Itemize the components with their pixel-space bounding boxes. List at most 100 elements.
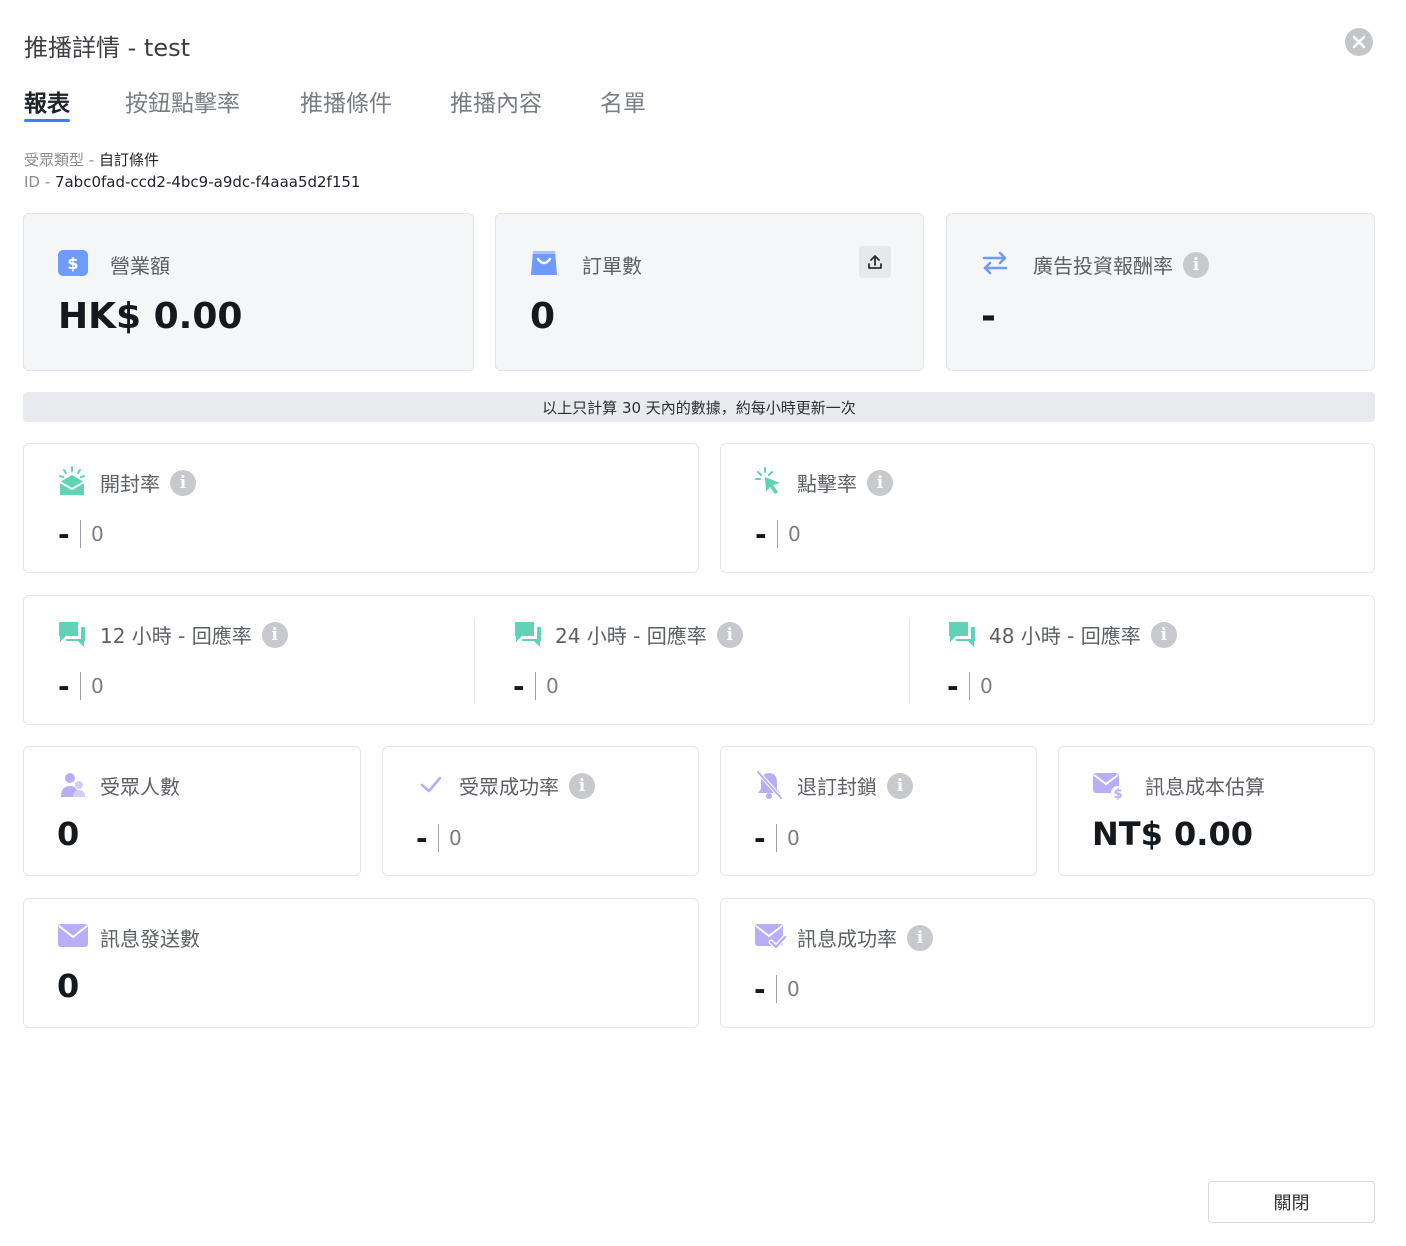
- id-row: ID - 7abc0fad-ccd2-4bc9-a9dc-f4aaa5d2f15…: [24, 173, 360, 191]
- open-rate-label-text: 開封率: [100, 472, 160, 496]
- response-48h-label: 48 小時 - 回應率 i: [989, 620, 1177, 649]
- audience-count-label: 受眾人數: [100, 775, 180, 799]
- response-12h-count: 0: [91, 674, 104, 698]
- click-rate-label-text: 點擊率: [797, 472, 857, 496]
- tab-report[interactable]: 報表: [24, 84, 70, 122]
- audience-success-value-row: -0: [416, 821, 462, 855]
- close-icon[interactable]: [1345, 28, 1373, 56]
- audience-success-label-text: 受眾成功率: [459, 775, 559, 799]
- orders-value: 0: [530, 296, 556, 337]
- info-icon[interactable]: i: [716, 621, 743, 648]
- tab-push-conditions[interactable]: 推播條件: [300, 84, 392, 120]
- roas-value: -: [981, 296, 996, 337]
- response-48h-value: -: [947, 669, 959, 703]
- dialog-title: 推播詳情 - test: [24, 34, 191, 62]
- divider: [969, 672, 970, 700]
- open-rate-card: 開封率 i -0: [23, 443, 699, 573]
- audience-success-card: 受眾成功率 i -0: [382, 746, 699, 876]
- audience-success-label: 受眾成功率 i: [459, 771, 595, 800]
- data-window-notice: 以上只計算 30 天內的數據，約每小時更新一次: [23, 392, 1375, 422]
- mail-icon: [58, 923, 88, 949]
- chat-bubbles-icon: [58, 620, 86, 648]
- messages-success-count: 0: [787, 977, 800, 1001]
- revenue-card: $ 營業額 HK$ 0.00: [23, 213, 474, 371]
- messages-success-label-text: 訊息成功率: [797, 927, 897, 951]
- info-icon[interactable]: i: [1183, 251, 1209, 278]
- close-button[interactable]: 關閉: [1208, 1181, 1375, 1223]
- audience-count-value: 0: [57, 815, 80, 853]
- audience-type-label: 受眾類型 -: [24, 151, 99, 169]
- message-cost-value: NT$ 0.00: [1092, 815, 1253, 853]
- messages-success-value: -: [754, 972, 766, 1006]
- audience-type-row: 受眾類型 - 自訂條件: [24, 149, 159, 170]
- column-divider: [909, 618, 910, 704]
- orders-card: 訂單數 0: [495, 213, 924, 371]
- revenue-label: 營業額: [110, 254, 170, 278]
- messages-success-value-row: -0: [754, 972, 800, 1006]
- response-24h-label-text: 24 小時 - 回應率: [555, 624, 707, 648]
- svg-text:$: $: [1113, 787, 1122, 801]
- unsubscribe-value-row: -0: [754, 821, 800, 855]
- unsubscribe-label: 退訂封鎖 i: [797, 771, 913, 800]
- info-icon[interactable]: i: [261, 621, 288, 648]
- messages-sent-value: 0: [57, 967, 80, 1005]
- svg-text:$: $: [67, 254, 78, 273]
- click-rate-label: 點擊率 i: [797, 468, 893, 497]
- chat-bubbles-icon: [514, 620, 542, 648]
- audience-count-card: 受眾人數 0: [23, 746, 361, 876]
- tab-button-click-rate[interactable]: 按鈕點擊率: [125, 84, 240, 120]
- info-icon[interactable]: i: [170, 469, 196, 496]
- divider: [776, 824, 777, 852]
- info-icon[interactable]: i: [907, 924, 933, 951]
- tab-list[interactable]: 名單: [600, 84, 646, 120]
- upload-icon[interactable]: [859, 246, 891, 278]
- open-rate-count: 0: [91, 522, 104, 546]
- messages-sent-card: 訊息發送數 0: [23, 898, 699, 1028]
- divider: [776, 975, 777, 1003]
- message-cost-label: 訊息成本估算: [1145, 775, 1265, 799]
- response-24h-count: 0: [546, 674, 559, 698]
- divider: [438, 824, 439, 852]
- check-icon: [419, 774, 443, 796]
- open-rate-label: 開封率 i: [100, 468, 196, 497]
- response-12h-value: -: [58, 669, 70, 703]
- dollar-icon: $: [58, 250, 88, 276]
- revenue-value: HK$ 0.00: [58, 296, 243, 337]
- roas-card: 廣告投資報酬率 i -: [946, 213, 1375, 371]
- info-icon[interactable]: i: [1150, 621, 1177, 648]
- audience-success-value: -: [416, 821, 428, 855]
- users-icon: [60, 771, 86, 799]
- swap-arrows-icon: [981, 250, 1009, 276]
- audience-type-value: 自訂條件: [98, 151, 159, 169]
- info-icon[interactable]: i: [867, 469, 893, 496]
- unsubscribe-value: -: [754, 821, 766, 855]
- open-rate-value: -: [58, 517, 70, 551]
- shopping-bag-icon: [530, 247, 558, 277]
- divider: [80, 672, 81, 700]
- mail-dollar-icon: $: [1092, 771, 1126, 801]
- click-rate-value-row: -0: [755, 517, 801, 551]
- click-rate-card: 點擊率 i -0: [720, 443, 1375, 573]
- unsubscribe-count: 0: [787, 826, 800, 850]
- divider: [777, 520, 778, 548]
- orders-label: 訂單數: [582, 254, 642, 278]
- response-24h-label: 24 小時 - 回應率 i: [555, 620, 743, 649]
- response-rate-card: 12 小時 - 回應率 i -0 24 小時 - 回應率 i -0 48 小時 - …: [23, 595, 1375, 725]
- divider: [80, 520, 81, 548]
- message-cost-card: $ 訊息成本估算 NT$ 0.00: [1058, 746, 1375, 876]
- response-12h-value-row: -0: [58, 669, 104, 703]
- response-12h-label: 12 小時 - 回應率 i: [100, 620, 288, 649]
- unsubscribe-label-text: 退訂封鎖: [797, 775, 877, 799]
- roas-label-text: 廣告投資報酬率: [1033, 254, 1173, 278]
- response-48h-value-row: -0: [947, 669, 993, 703]
- info-icon[interactable]: i: [887, 772, 913, 799]
- info-icon[interactable]: i: [569, 772, 595, 799]
- bell-off-icon: [755, 770, 783, 800]
- chat-bubbles-icon: [948, 620, 976, 648]
- tab-push-content[interactable]: 推播內容: [450, 84, 542, 120]
- divider: [535, 672, 536, 700]
- click-rate-value: -: [755, 517, 767, 551]
- click-rate-count: 0: [788, 522, 801, 546]
- response-12h-label-text: 12 小時 - 回應率: [100, 624, 252, 648]
- audience-success-count: 0: [449, 826, 462, 850]
